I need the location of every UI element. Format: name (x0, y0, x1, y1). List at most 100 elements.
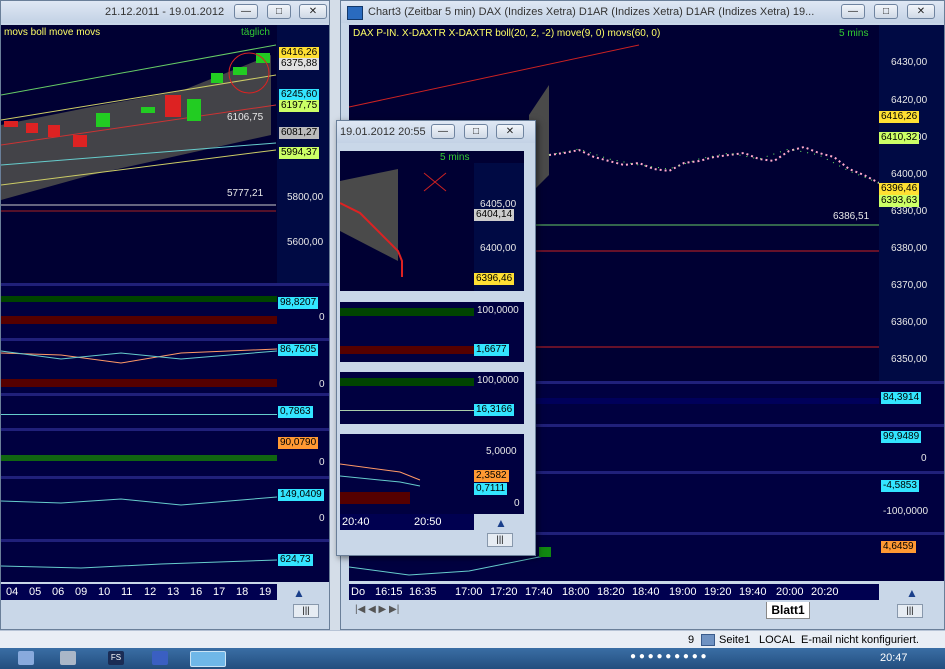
main-x-label: 18:20 (597, 586, 625, 598)
popup-chart-window[interactable]: 19.01.2012 20:55 — □ ✕ 5 mins 6405,00 64… (336, 120, 536, 556)
fs-app-icon[interactable]: FS (108, 651, 124, 665)
popup-price-chart[interactable]: 5 mins 6405,00 6400,00 6404,14 6396,46 (340, 151, 524, 291)
main-price-tick: 6400,00 (891, 169, 928, 180)
left-price-tag: 6081,27 (279, 127, 320, 139)
close-button[interactable]: ✕ (907, 4, 935, 19)
popup-price-tick: 6400,00 (480, 243, 517, 254)
left-price-tick: 5600,00 (287, 237, 324, 248)
scanner-app-icon[interactable] (60, 651, 76, 665)
main-x-label: 19:00 (669, 586, 697, 598)
main-annotation: 6386,51 (833, 211, 870, 222)
main-price-tick: 6420,00 (891, 95, 928, 106)
left-x-axis: 04 05 06 09 10 11 12 13 16 17 18 19 (1, 584, 277, 600)
main-x-label: 19:20 (704, 586, 732, 598)
chart-tool-icon[interactable]: ▲ (293, 586, 313, 600)
scrollbar-grip[interactable]: ||| (897, 604, 923, 618)
main-window-titlebar[interactable]: Chart3 (Zeitbar 5 min) DAX (Indizes Xetr… (341, 1, 944, 23)
left-indicator-zero: 0 (319, 513, 325, 524)
main-x-label: 20:20 (811, 586, 839, 598)
popup-price-plot (340, 169, 447, 277)
left-indicator-zero: 0 (319, 379, 325, 390)
minimize-button[interactable]: — (841, 4, 865, 19)
main-x-label: 16:15 (375, 586, 403, 598)
left-indicator-3[interactable]: 0,7863 (1, 396, 329, 428)
main-price-tick: 6350,00 (891, 354, 928, 365)
start-button[interactable] (18, 651, 34, 665)
left-price-tag: 6375,88 (279, 58, 320, 70)
left-indicator-2[interactable]: 86,7505 0 (1, 341, 329, 393)
popup-window-titlebar[interactable]: 19.01.2012 20:55 — □ ✕ (337, 121, 535, 143)
minimize-button[interactable]: — (234, 4, 258, 19)
left-chart-window[interactable]: 21.12.2011 - 19.01.2012 — □ ✕ movs boll … (0, 0, 330, 630)
left-indicator-header: movs boll move movs (4, 27, 101, 38)
main-x-label: 20:00 (776, 586, 804, 598)
main-price-tick: 6360,00 (891, 317, 928, 328)
main-indicator-tick: -100,0000 (883, 506, 929, 517)
maximize-button[interactable]: □ (874, 4, 898, 19)
popup-indicator-tag: 16,3166 (474, 404, 515, 416)
left-indicator-5[interactable]: 149,0409 0 (1, 479, 329, 539)
popup-indicator-tick: 100,0000 (477, 305, 519, 316)
chart-app-icon[interactable] (190, 651, 226, 667)
left-x-label: 05 (29, 586, 42, 598)
popup-indicator-tag: 1,6677 (474, 344, 509, 356)
left-x-label: 16 (190, 586, 203, 598)
chart-tool-icon[interactable]: ▲ (495, 516, 515, 530)
clock[interactable]: 20:47 (880, 652, 908, 664)
left-indicator-zero: 0 (319, 457, 325, 468)
left-indicator-tag: 98,8207 (278, 297, 319, 309)
grid-app-icon[interactable] (152, 651, 168, 665)
close-button[interactable]: ✕ (496, 124, 524, 139)
main-price-tick: 6380,00 (891, 243, 928, 254)
popup-window-title: 19.01.2012 20:55 (340, 126, 426, 138)
chart-window-icon (347, 6, 363, 20)
left-price-chart[interactable]: movs boll move movs täglich 6106,75 5777… (1, 25, 329, 283)
left-x-label: 18 (236, 586, 249, 598)
left-x-label: 17 (213, 586, 226, 598)
scrollbar-grip[interactable]: ||| (293, 604, 319, 618)
main-price-tag: 6396,46 (879, 183, 920, 195)
close-button[interactable]: ✕ (299, 4, 327, 19)
main-indicator-zero: 0 (921, 453, 927, 464)
popup-x-label: 20:50 (414, 516, 442, 528)
status-bar: 9 Seite1 LOCAL E-mail nicht konfiguriert… (0, 630, 945, 649)
left-price-axis[interactable]: 5800,00 5600,00 6416,26 6375,88 6245,60 … (277, 25, 329, 283)
popup-indicator-1[interactable]: 100,0000 1,6677 (340, 302, 524, 362)
main-x-label: 17:20 (490, 586, 518, 598)
left-x-label: 12 (144, 586, 157, 598)
main-indicator-tag: 84,3914 (881, 392, 922, 404)
popup-price-axis[interactable]: 6405,00 6400,00 6404,14 6396,46 (474, 163, 524, 291)
main-x-label: 18:00 (562, 586, 590, 598)
status-mode: LOCAL (759, 634, 796, 646)
left-indicator-tag: 90,0790 (278, 437, 319, 449)
popup-price-tag: 6404,14 (474, 209, 515, 221)
left-x-label: 06 (52, 586, 65, 598)
left-price-tag: 6197,75 (279, 100, 320, 112)
left-indicator-tag: 0,7863 (278, 406, 313, 418)
chart-tool-icon[interactable]: ▲ (906, 586, 926, 600)
main-indicator-tag: 4,6459 (881, 541, 916, 553)
left-indicator-4[interactable]: 90,0790 0 (1, 431, 329, 476)
popup-indicator-3[interactable]: 5,0000 2,3582 0,7111 0 (340, 434, 524, 514)
main-x-label: 16:35 (409, 586, 437, 598)
sheet-nav-buttons[interactable]: |◀ ◀ ▶ ▶| (349, 602, 409, 618)
main-x-label: 18:40 (632, 586, 660, 598)
popup-indicator-2[interactable]: 100,0000 16,3166 (340, 372, 524, 424)
maximize-button[interactable]: □ (464, 124, 488, 139)
main-x-label: 17:40 (525, 586, 553, 598)
tray-icons[interactable]: ● ● ● ● ● ● ● ● ● (630, 651, 830, 665)
left-price-tick: 5800,00 (287, 192, 324, 203)
left-indicator-1[interactable]: 98,8207 0 (1, 286, 329, 338)
sheet-tab-blatt1[interactable]: Blatt1 (766, 602, 810, 619)
left-indicator-6[interactable]: 624,73 (1, 542, 329, 582)
maximize-button[interactable]: □ (267, 4, 291, 19)
left-annotation-low: 5777,21 (227, 188, 264, 199)
main-price-axis[interactable]: 6430,00 6420,00 6410,00 6400,00 6390,00 … (879, 25, 944, 381)
popup-indicator-tick: 100,0000 (477, 375, 519, 386)
main-price-tick: 6430,00 (891, 57, 928, 68)
main-price-tag: 6410,32 (879, 132, 920, 144)
main-x-label: 19:40 (739, 586, 767, 598)
scrollbar-grip[interactable]: ||| (487, 533, 513, 547)
left-window-titlebar[interactable]: 21.12.2011 - 19.01.2012 — □ ✕ (1, 1, 329, 23)
minimize-button[interactable]: — (431, 124, 455, 139)
